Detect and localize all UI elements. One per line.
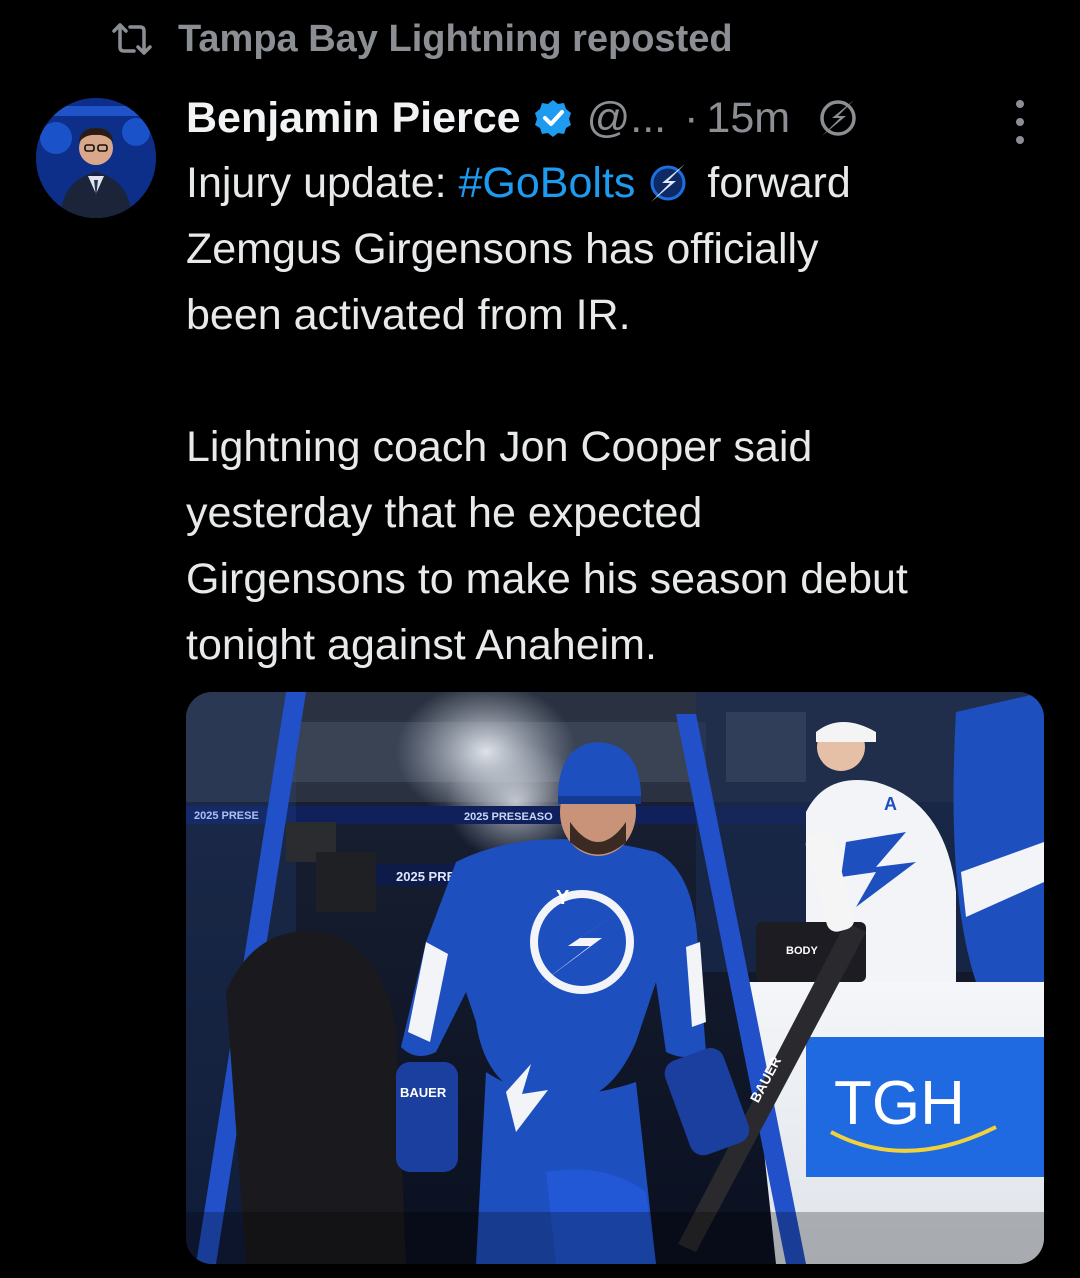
glove-brand-text: BAUER <box>400 1085 447 1100</box>
hockey-player-photo: 2025 PRESE 2025 PRESEASO 2025 PRE A TGH … <box>186 692 1044 1264</box>
board-ad-text: TGH <box>834 1069 965 1138</box>
tweet-photo[interactable]: 2025 PRESE 2025 PRESEASO 2025 PRE A TGH … <box>186 692 1044 1264</box>
more-options-button[interactable] <box>1006 100 1034 144</box>
separator-dot: · <box>684 93 699 142</box>
repost-icon <box>112 23 152 55</box>
banner-text: 2025 PRE <box>396 869 456 884</box>
captain-letter: A <box>884 794 897 814</box>
avatar[interactable] <box>36 98 156 218</box>
bolts-hashflag-icon <box>650 164 686 202</box>
tweet-line: Injury update: #GoBolts forward <box>186 150 1046 216</box>
tweet-text-segment: Injury update: <box>186 159 459 207</box>
author-name[interactable]: Benjamin Pierce <box>186 94 521 143</box>
repost-label[interactable]: Tampa Bay Lightning reposted <box>178 18 733 61</box>
tweet-header: Benjamin Pierce @... · 15m <box>186 88 860 148</box>
tweet-text-segment: forward <box>707 159 851 207</box>
repost-header: Tampa Bay Lightning reposted <box>108 14 733 64</box>
tweet-line: Girgensons to make his season debut <box>186 555 908 603</box>
bolts-logo-icon <box>820 100 856 136</box>
jersey-logo: Y <box>556 887 570 909</box>
tweet-line: Lightning coach Jon Cooper said <box>186 423 813 471</box>
paragraph-break <box>186 348 1046 414</box>
author-handle[interactable]: @... <box>587 94 667 143</box>
carrier-text: BODY <box>786 945 818 957</box>
tweet-line: Zemgus Girgensons has officially <box>186 225 819 273</box>
tweet-line: been activated from IR. <box>186 291 631 339</box>
tweet-text: Injury update: #GoBolts forward Zemgus G… <box>186 150 1046 678</box>
timestamp[interactable]: 15m <box>706 94 790 143</box>
more-vertical-icon <box>1016 100 1024 108</box>
tweet-line: tonight against Anaheim. <box>186 621 657 669</box>
banner-text: 2025 PRESEASO <box>464 811 553 823</box>
tweet-line: yesterday that he expected <box>186 489 703 537</box>
avatar-image <box>36 98 156 218</box>
hashtag-link[interactable]: #GoBolts <box>459 150 636 216</box>
verified-badge-icon <box>534 100 571 137</box>
